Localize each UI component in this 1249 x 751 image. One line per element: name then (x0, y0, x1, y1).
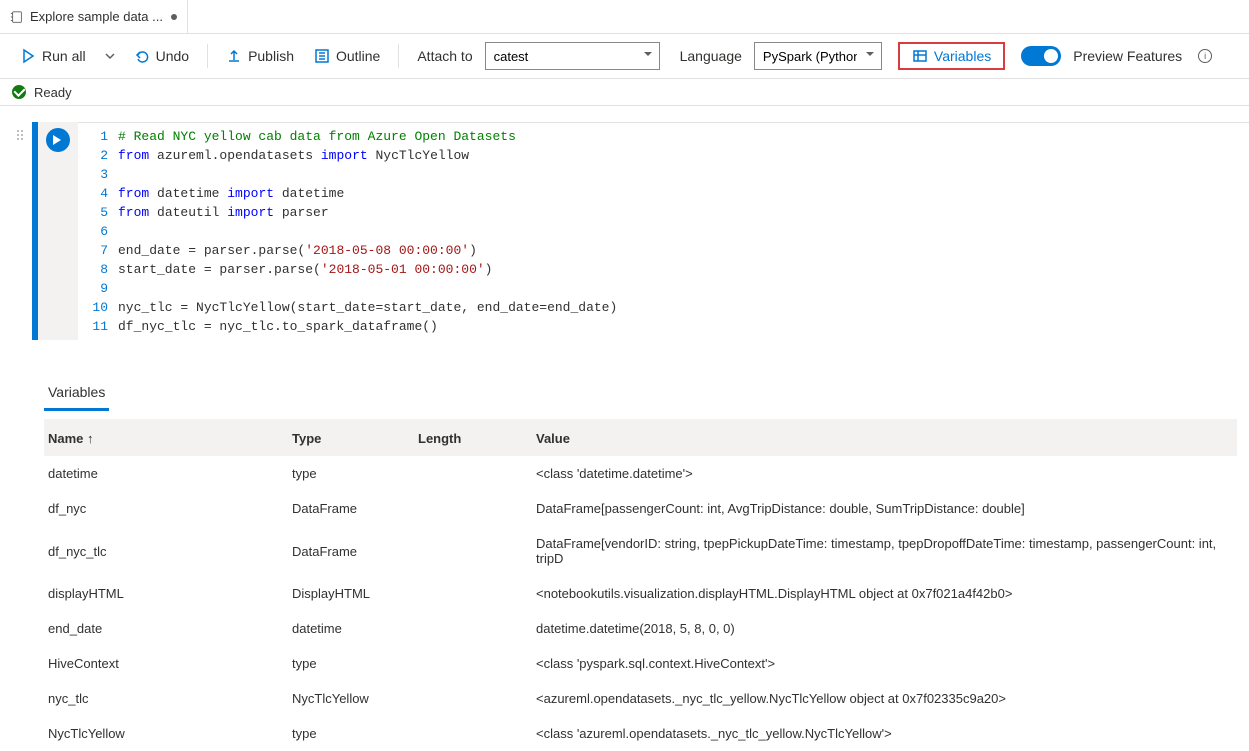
dirty-indicator-icon (171, 14, 177, 20)
publish-icon (226, 48, 242, 64)
table-row[interactable]: NycTlcYellowtype<class 'azureml.opendata… (44, 716, 1237, 751)
cell-container: 1234567891011 # Read NYC yellow cab data… (0, 106, 1249, 356)
table-header-row: Name Type Length Value (44, 419, 1237, 456)
run-all-chevron[interactable] (98, 42, 122, 70)
table-row[interactable]: end_datedatetimedatetime.datetime(2018, … (44, 611, 1237, 646)
attach-to-label: Attach to (417, 48, 472, 64)
outline-icon (314, 48, 330, 64)
notebook-icon (10, 10, 24, 24)
info-icon[interactable]: i (1198, 49, 1212, 63)
run-cell-button[interactable] (46, 128, 70, 152)
line-numbers: 1234567891011 (78, 123, 118, 340)
variables-table: Name Type Length Value datetimetype<clas… (44, 419, 1237, 751)
variables-tab[interactable]: Variables (44, 376, 109, 411)
table-row[interactable]: nyc_tlcNycTlcYellow<azureml.opendatasets… (44, 681, 1237, 716)
play-icon (20, 48, 36, 64)
table-row[interactable]: HiveContexttype<class 'pyspark.sql.conte… (44, 646, 1237, 681)
table-row[interactable]: displayHTMLDisplayHTML<notebookutils.vis… (44, 576, 1237, 611)
table-row[interactable]: df_nycDataFrameDataFrame[passengerCount:… (44, 491, 1237, 526)
separator (207, 44, 208, 68)
col-value[interactable]: Value (528, 419, 1237, 456)
table-row[interactable]: df_nyc_tlcDataFrameDataFrame[vendorID: s… (44, 526, 1237, 576)
toolbar: Run all Undo Publish Outline Attach to c… (0, 34, 1249, 78)
tab-title: Explore sample data ... (30, 9, 163, 24)
code-cell: 1234567891011 # Read NYC yellow cab data… (32, 122, 1249, 340)
chevron-down-icon (102, 48, 118, 64)
code-content[interactable]: # Read NYC yellow cab data from Azure Op… (118, 123, 1249, 340)
col-length[interactable]: Length (410, 419, 528, 456)
variables-icon (912, 48, 928, 64)
outline-button[interactable]: Outline (306, 42, 388, 70)
col-type[interactable]: Type (284, 419, 410, 456)
editor-tab[interactable]: Explore sample data ... (0, 0, 188, 33)
language-select[interactable]: PySpark (Python) (754, 42, 882, 70)
tab-bar: Explore sample data ... (0, 0, 1249, 34)
code-editor[interactable]: 1234567891011 # Read NYC yellow cab data… (78, 122, 1249, 340)
cell-gutter (38, 122, 78, 340)
preview-features-label: Preview Features (1073, 48, 1182, 64)
language-label: Language (680, 48, 742, 64)
run-all-button[interactable]: Run all (12, 42, 94, 70)
status-ok-icon (12, 85, 26, 99)
attach-to-select[interactable]: catest (485, 42, 660, 70)
drag-handle-icon[interactable] (12, 122, 28, 340)
variables-panel: Variables Name Type Length Value datetim… (0, 356, 1249, 751)
variables-tbody: datetimetype<class 'datetime.datetime'>d… (44, 456, 1237, 751)
undo-button[interactable]: Undo (126, 42, 197, 70)
col-name[interactable]: Name (44, 419, 284, 456)
table-row[interactable]: datetimetype<class 'datetime.datetime'> (44, 456, 1237, 491)
status-bar: Ready (0, 78, 1249, 106)
variables-button[interactable]: Variables (898, 42, 1005, 70)
preview-features-toggle[interactable] (1021, 46, 1061, 66)
undo-icon (134, 48, 150, 64)
publish-button[interactable]: Publish (218, 42, 302, 70)
separator (398, 44, 399, 68)
status-text: Ready (34, 85, 72, 100)
